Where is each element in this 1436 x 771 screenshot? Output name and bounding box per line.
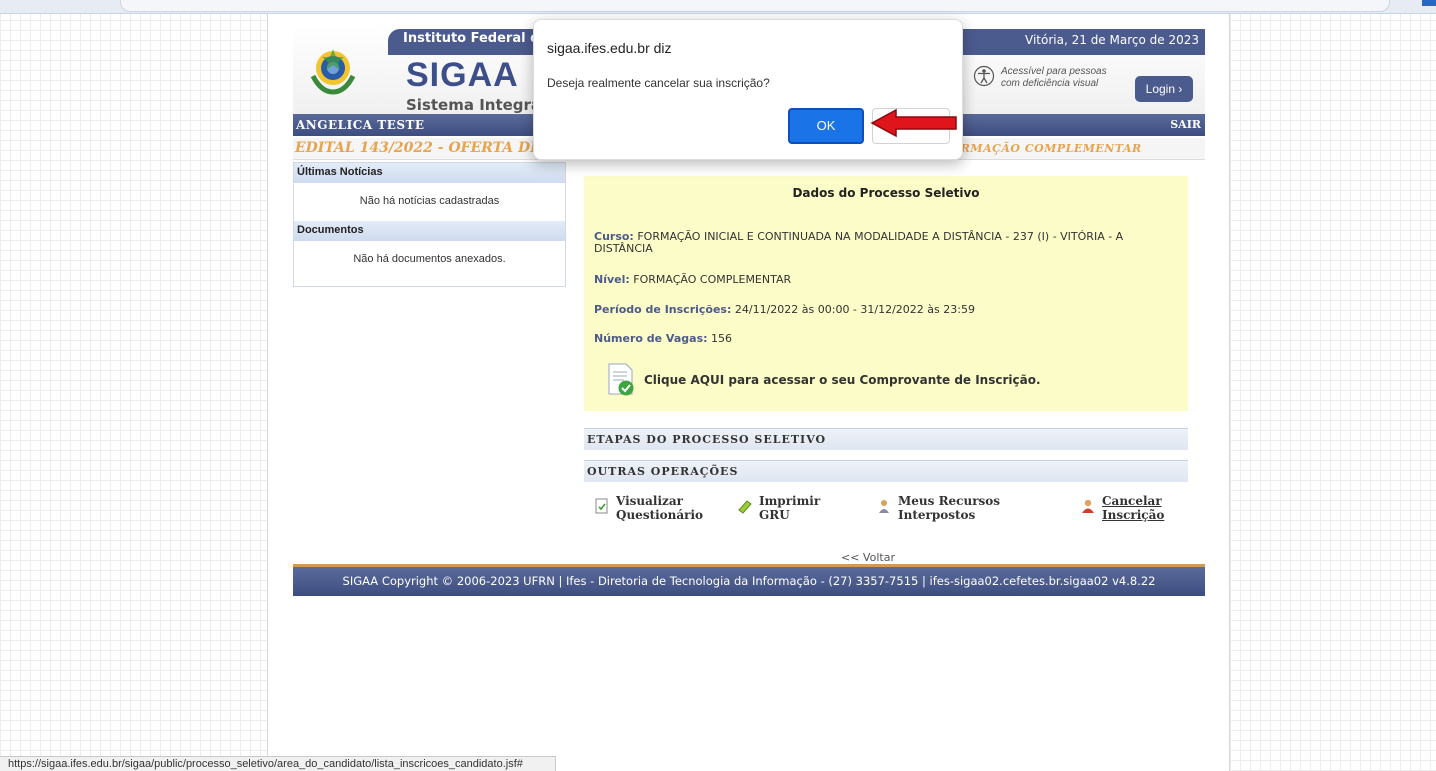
back-link[interactable]: << Voltar [841,551,895,564]
documents-header: Documentos [294,221,565,241]
footer: SIGAA Copyright © 2006-2023 UFRN | Ifes … [293,564,1205,596]
section-outras-label: OUTRAS OPERAÇÕES [587,465,739,478]
ok-button[interactable]: OK [788,108,864,144]
nivel-label: Nível: [594,273,630,286]
footer-text: SIGAA Copyright © 2006-2023 UFRN | Ifes … [342,574,1156,588]
user-remove-icon [1082,499,1094,513]
accessibility-line1: Acessível para pessoas [1001,66,1107,77]
accessibility-icon [973,65,995,87]
periodo-label: Período de Inscrições: [594,303,732,316]
comprovante-text: Clique AQUI para acessar o seu Comprovan… [644,373,1041,387]
news-header: Últimas Notícias [294,163,565,183]
vagas-label: Número de Vagas: [594,332,708,345]
documents-empty: Não há documentos anexados. [353,253,506,265]
brasao-logo-icon [310,49,356,95]
questionnaire-icon [595,498,608,514]
edital-title: EDITAL 143/2022 - OFERTA DE V [295,140,557,156]
dialog-title: sigaa.ifes.edu.br diz [547,40,672,56]
cancel-registration-label: Cancelar Inscrição [1102,494,1165,522]
curso-line: Curso: FORMAÇÃO INICIAL E CONTINUADA NA … [594,231,1174,255]
vagas-line: Número de Vagas: 156 [594,333,1174,345]
browser-top-strip [0,0,1436,14]
browser-corner [1422,0,1436,6]
browser-status-url: https://sigaa.ifes.edu.br/sigaa/public/p… [0,756,556,771]
periodo-value: 24/11/2022 às 00:00 - 31/12/2022 às 23:5… [734,303,975,316]
process-info-box: Dados do Processo Seletivo Curso: FORMAÇ… [584,176,1188,411]
user-name: ANGELICA TESTE [296,118,425,132]
appeals-icon [879,500,889,513]
curso-value: FORMAÇÃO INICIAL E CONTINUADA NA MODALID… [594,230,1124,255]
edital-level: - FORMAÇÃO COMPLEMENTAR [933,142,1142,155]
document-check-icon [608,363,634,396]
accessibility-link[interactable]: Acessível para pessoas com deficiência v… [973,64,1133,100]
dialog-message: Deseja realmente cancelar sua inscrição? [547,76,770,90]
nivel-value: FORMAÇÃO COMPLEMENTAR [633,273,792,286]
section-outras: OUTRAS OPERAÇÕES [584,460,1188,482]
accessibility-line2: com deficiência visual [1001,78,1099,89]
accessibility-text: Acessível para pessoas com deficiência v… [1001,66,1107,90]
print-icon [738,500,752,514]
browser-address-area [120,0,1390,12]
logout-link[interactable]: SAIR [1170,118,1201,131]
nivel-line: Nível: FORMAÇÃO COMPLEMENTAR [594,274,1174,286]
login-button[interactable]: Login › [1135,76,1193,102]
sidebar: Últimas Notícias Não há notícias cadastr… [293,162,566,287]
questionnaire-label: Visualizar Questionário [616,494,704,522]
red-arrow-annotation-icon [870,108,957,138]
appeals-label: Meus Recursos Interpostos [898,494,1001,522]
news-empty: Não há notícias cadastradas [359,195,500,207]
header-date: Vitória, 21 de Março de 2023 [1025,33,1199,47]
institution-name: Instituto Federal do [403,31,549,46]
gru-label: Imprimir GRU [759,494,821,522]
section-etapas-label: ETAPAS DO PROCESSO SELETIVO [587,433,827,446]
section-etapas[interactable]: ETAPAS DO PROCESSO SELETIVO [584,428,1188,450]
vagas-value: 156 [711,332,733,345]
confirm-dialog: sigaa.ifes.edu.br diz Deseja realmente c… [533,19,963,160]
sigaa-logo-text: SIGAA [406,56,519,94]
process-title: Dados do Processo Seletivo [792,186,980,200]
periodo-line: Período de Inscrições: 24/11/2022 às 00:… [594,304,1174,316]
